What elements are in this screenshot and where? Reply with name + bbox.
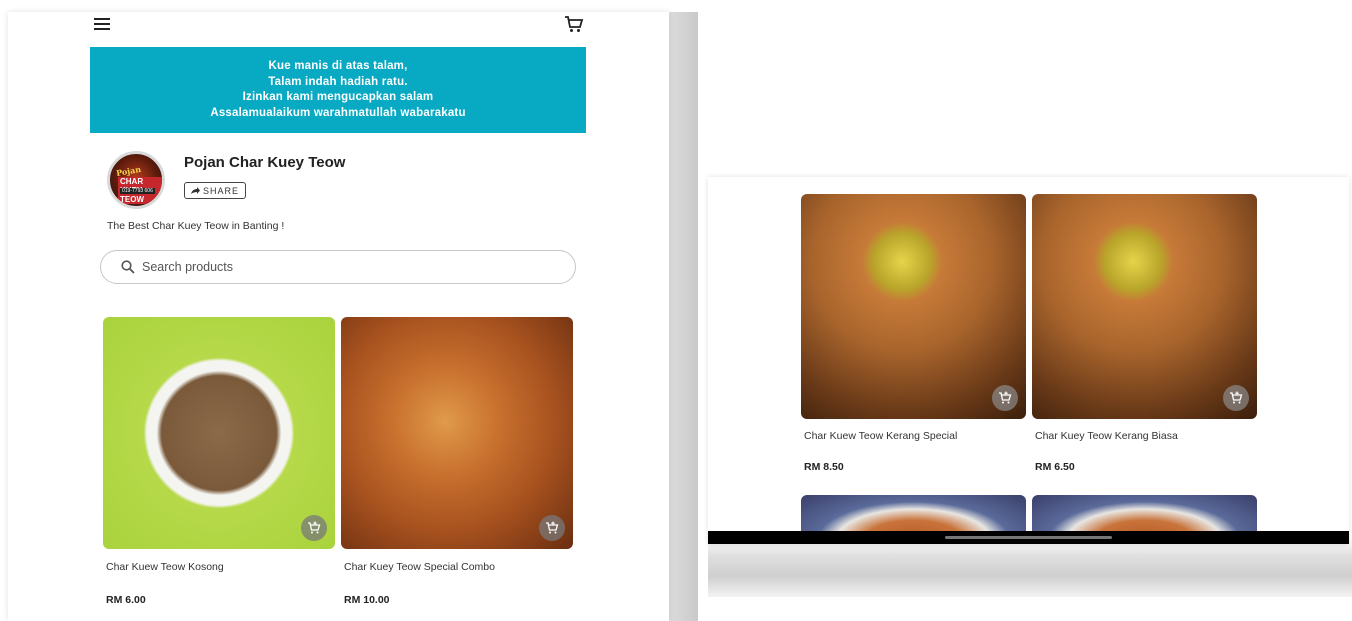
store-name: Pojan Char Kuey Teow xyxy=(184,154,346,171)
product-price: RM 10.00 xyxy=(344,594,390,606)
product-name: Char Kuey Teow Kerang Biasa xyxy=(1035,430,1178,442)
share-arrow-icon xyxy=(191,186,200,194)
product-card[interactable]: Char Kuew Teow Kerang Special RM 8.50 xyxy=(801,194,1026,473)
logo-text: Pojan xyxy=(115,163,142,179)
product-price: RM 6.50 xyxy=(1035,461,1075,473)
add-cart-icon xyxy=(1230,391,1243,404)
product-image-partial[interactable] xyxy=(801,495,1026,535)
search-input[interactable]: Search products xyxy=(100,250,576,284)
add-to-cart-button[interactable] xyxy=(1223,385,1249,411)
product-image xyxy=(1032,194,1257,419)
product-price: RM 8.50 xyxy=(804,461,844,473)
product-name: Char Kuey Teow Special Combo xyxy=(344,561,495,573)
product-price: RM 6.00 xyxy=(106,594,146,606)
screenshot-collage: Kue manis di atas talam, Talam indah had… xyxy=(0,0,1352,621)
banner-line: Assalamualaikum warahmatullah wabarakatu xyxy=(210,106,466,119)
product-card[interactable]: Char Kuey Teow Kerang Biasa RM 6.50 xyxy=(1032,194,1257,473)
product-name: Char Kuew Teow Kosong xyxy=(106,561,224,573)
navigation-bar xyxy=(708,531,1349,544)
product-image-partial[interactable] xyxy=(1032,495,1257,535)
product-card[interactable]: Char Kuey Teow Special Combo RM 10.00 xyxy=(341,317,573,606)
product-name: Char Kuew Teow Kerang Special xyxy=(804,430,958,442)
add-cart-icon xyxy=(999,391,1012,404)
share-button[interactable]: SHARE xyxy=(184,182,247,199)
greeting-banner: Kue manis di atas talam, Talam indah had… xyxy=(90,47,586,133)
banner-line: Talam indah hadiah ratu. xyxy=(268,75,408,88)
logo-text: 019-7793 606 xyxy=(120,188,155,194)
add-cart-icon xyxy=(308,521,321,534)
home-indicator[interactable] xyxy=(945,536,1112,539)
product-image xyxy=(341,317,573,549)
hamburger-menu-icon[interactable] xyxy=(94,18,110,30)
add-cart-icon xyxy=(546,521,559,534)
store-logo: Pojan CHAR KUEY TEOW 019-7793 606 xyxy=(107,151,165,209)
search-icon xyxy=(121,260,135,274)
product-card[interactable]: Char Kuew Teow Kosong RM 6.00 xyxy=(103,317,335,606)
banner-line: Kue manis di atas talam, xyxy=(268,60,408,72)
add-to-cart-button[interactable] xyxy=(992,385,1018,411)
store-tagline: The Best Char Kuey Teow in Banting ! xyxy=(107,220,285,232)
add-to-cart-button[interactable] xyxy=(301,515,327,541)
phone-storefront: Kue manis di atas talam, Talam indah had… xyxy=(8,12,669,621)
product-image xyxy=(801,194,1026,419)
product-image xyxy=(103,317,335,549)
cart-icon[interactable] xyxy=(564,14,584,34)
share-label: SHARE xyxy=(203,185,240,196)
add-to-cart-button[interactable] xyxy=(539,515,565,541)
search-placeholder: Search products xyxy=(142,260,234,274)
banner-line: Izinkan kami mengucapkan salam xyxy=(242,91,434,103)
tablet-product-grid: Char Kuew Teow Kerang Special RM 8.50 Ch… xyxy=(708,177,1349,544)
